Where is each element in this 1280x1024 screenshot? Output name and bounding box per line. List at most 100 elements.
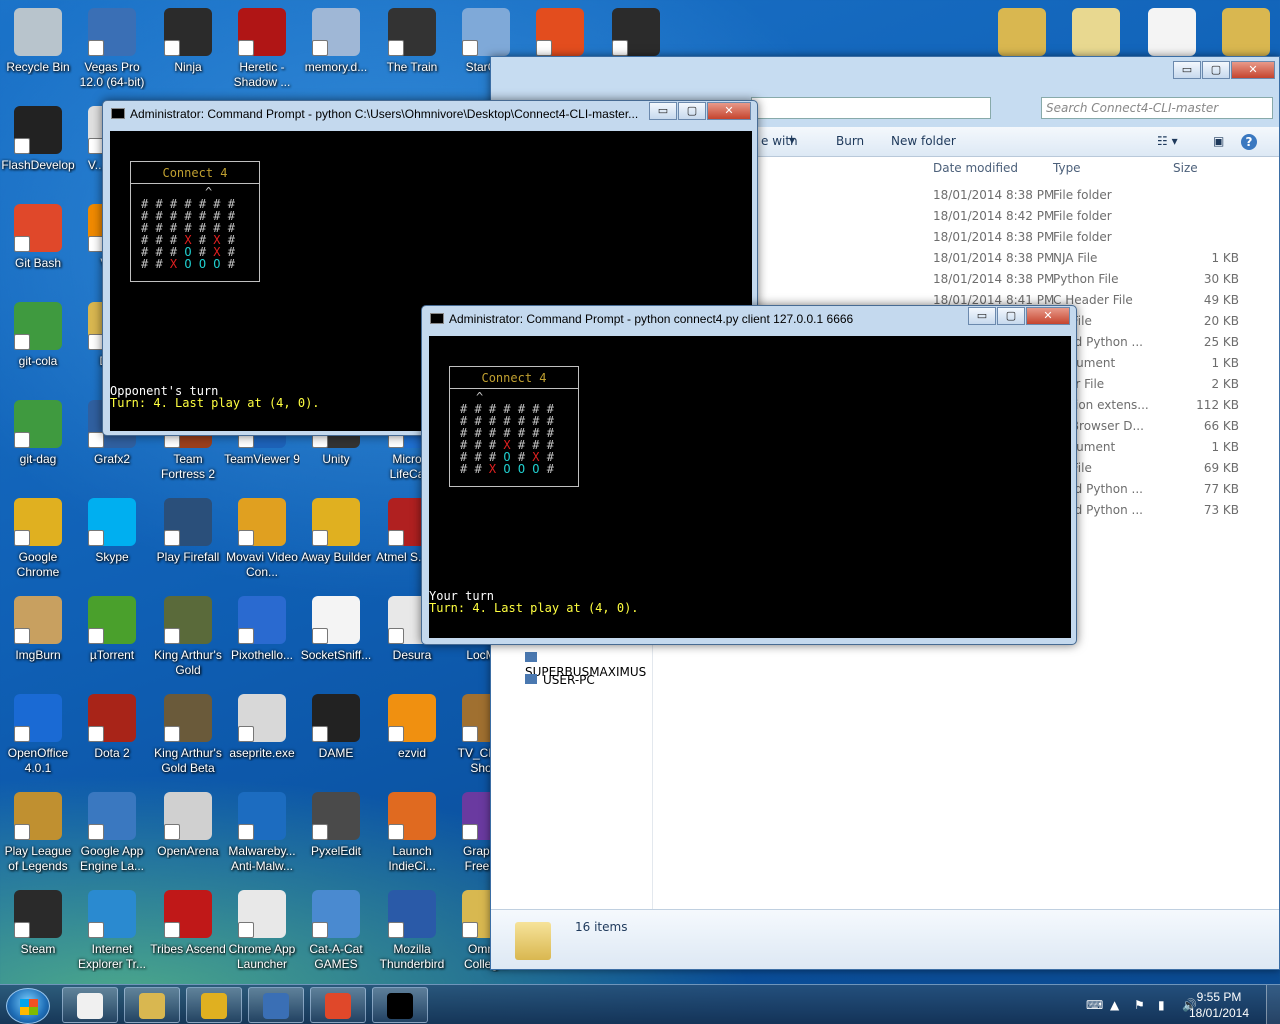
burn-button[interactable]: Burn — [836, 134, 864, 148]
desktop-icon[interactable]: Git Bash — [0, 200, 76, 298]
desktop-icon-label: Dota 2 — [94, 746, 130, 760]
desktop-icon[interactable]: Steam — [0, 886, 76, 984]
desktop-icon[interactable]: Play Firefall — [150, 494, 226, 592]
taskbar-cmd[interactable] — [372, 987, 428, 1023]
desktop-icon[interactable]: Movavi Video Con... — [224, 494, 300, 592]
taskbar-git[interactable] — [310, 987, 366, 1023]
desktop-icon[interactable]: git-dag — [0, 396, 76, 494]
column-header-date[interactable]: Date modified — [933, 161, 1018, 175]
taskbar-python[interactable] — [248, 987, 304, 1023]
cell-size: 49 KB — [1203, 293, 1239, 307]
maximize-button[interactable]: ▢ — [1202, 61, 1230, 79]
close-button[interactable]: ✕ — [707, 102, 751, 120]
metro-apps-icon — [77, 993, 103, 1019]
desktop-icon[interactable]: Chrome App Launcher — [224, 886, 300, 984]
up-arrow-icon[interactable]: ▲ — [1110, 998, 1119, 1012]
address-bar[interactable] — [751, 97, 991, 119]
app-icon — [164, 694, 212, 742]
desktop-icon[interactable]: Cat-A-Cat GAMES — [298, 886, 374, 984]
network-icon[interactable]: ▮ — [1158, 998, 1165, 1012]
close-button[interactable]: ✕ — [1231, 61, 1275, 79]
help-icon[interactable]: ? — [1241, 134, 1257, 150]
red-piece: X — [169, 257, 185, 271]
desktop-icon[interactable]: Dota 2 — [74, 690, 150, 788]
keyboard-icon[interactable]: ⌨ — [1086, 998, 1103, 1012]
desktop-icon[interactable]: Google App Engine La... — [74, 788, 150, 886]
desktop-icon-label: Launch IndieCi... — [388, 844, 436, 873]
app-icon — [536, 8, 584, 56]
maximize-button[interactable]: ▢ — [997, 307, 1025, 325]
desktop-icon[interactable]: µTorrent — [74, 592, 150, 690]
desktop-icon[interactable]: Internet Explorer Tr... — [74, 886, 150, 984]
desktop-icon[interactable]: OpenOffice 4.0.1 — [0, 690, 76, 788]
desktop-icon[interactable]: Mozilla Thunderbird — [374, 886, 450, 984]
desktop-icon[interactable]: Launch IndieCi... — [374, 788, 450, 886]
desktop-icon-label: Grafx2 — [93, 452, 130, 466]
minimize-button[interactable]: ▭ — [649, 102, 677, 120]
taskbar-metro-apps[interactable] — [62, 987, 118, 1023]
desktop-icon[interactable]: SocketSniff... — [298, 592, 374, 690]
clock[interactable]: 9:55 PM 18/01/2014 — [1184, 989, 1254, 1021]
cmd-window-client[interactable]: Administrator: Command Prompt - python c… — [421, 305, 1077, 645]
search-input[interactable]: Search Connect4-CLI-master — [1041, 97, 1273, 119]
desktop-icon[interactable]: Away Builder — [298, 494, 374, 592]
desktop-icon[interactable]: Tribes Ascend — [150, 886, 226, 984]
desktop-icon[interactable]: ImgBurn — [0, 592, 76, 690]
cmd-icon — [430, 313, 444, 324]
show-desktop-button[interactable] — [1266, 985, 1280, 1024]
desktop-icon[interactable]: memory.d... — [298, 4, 374, 102]
minimize-button[interactable]: ▭ — [968, 307, 996, 325]
desktop-icon[interactable]: git-cola — [0, 298, 76, 396]
desktop-icon[interactable]: Heretic - Shadow ... — [224, 4, 300, 102]
desktop-icon[interactable]: PyxelEdit — [298, 788, 374, 886]
clock-date: 18/01/2014 — [1188, 1006, 1250, 1020]
taskbar-chrome[interactable] — [186, 987, 242, 1023]
minimize-button[interactable]: ▭ — [1173, 61, 1201, 79]
preview-pane-icon[interactable]: ▣ — [1213, 134, 1224, 148]
chrome-icon — [201, 993, 227, 1019]
git-icon — [325, 993, 351, 1019]
desktop-icon[interactable]: King Arthur's Gold Beta — [150, 690, 226, 788]
desktop-icon-label: Tribes Ascend — [150, 942, 226, 956]
close-button[interactable]: ✕ — [1026, 307, 1070, 325]
cell-size: 66 KB — [1203, 419, 1239, 433]
new-folder-button[interactable]: New folder — [891, 134, 956, 148]
console-output[interactable]: Connect 4 ^ # # # # # # # # # # # # # # # … — [429, 336, 1071, 638]
app-icon — [312, 596, 360, 644]
desktop-icon[interactable]: Skype — [74, 494, 150, 592]
board-row: # # X O O O # — [141, 258, 235, 270]
flag-icon[interactable]: ⚑ — [1134, 998, 1145, 1012]
desktop-icon[interactable]: Vegas Pro 12.0 (64-bit) — [74, 4, 150, 102]
cmd-title-text: Administrator: Command Prompt - python c… — [449, 312, 854, 326]
cell-type: Python File — [1053, 272, 1119, 286]
desktop-icon[interactable]: Ninja — [150, 4, 226, 102]
view-options-icon[interactable]: ☷ ▾ — [1157, 134, 1178, 148]
chevron-down-icon: ▼ — [789, 136, 796, 145]
desktop-icon[interactable]: Recycle Bin — [0, 4, 76, 102]
turn-info: Turn: 4. Last play at (4, 0). — [110, 396, 320, 410]
nav-item-user-pc[interactable]: USER-PC — [525, 673, 595, 687]
desktop-icon[interactable]: Malwareby... Anti-Malw... — [224, 788, 300, 886]
column-header-size[interactable]: Size — [1173, 161, 1198, 175]
desktop-icon[interactable]: OpenArena — [150, 788, 226, 886]
cell-size: 1 KB — [1211, 251, 1239, 265]
desktop-icon[interactable]: ezvid — [374, 690, 450, 788]
desktop-icon-label: SocketSniff... — [300, 648, 372, 662]
desktop-icon[interactable]: Google Chrome — [0, 494, 76, 592]
app-icon — [1072, 8, 1120, 56]
app-icon — [88, 694, 136, 742]
desktop-icon[interactable]: Play League of Legends — [0, 788, 76, 886]
maximize-button[interactable]: ▢ — [678, 102, 706, 120]
taskbar-explorer[interactable] — [124, 987, 180, 1023]
desktop-icon[interactable]: King Arthur's Gold — [150, 592, 226, 690]
desktop-icon[interactable]: FlashDevelop — [0, 102, 76, 200]
desktop-icon[interactable]: aseprite.exe — [224, 690, 300, 788]
start-button[interactable] — [6, 988, 50, 1024]
desktop-icon[interactable]: Pixothello... — [224, 592, 300, 690]
clock-time: 9:55 PM — [1196, 990, 1242, 1004]
desktop-icon-label: Git Bash — [14, 256, 62, 270]
desktop-icon[interactable]: The Train — [374, 4, 450, 102]
cell-size: 73 KB — [1203, 503, 1239, 517]
desktop-icon[interactable]: DAME — [298, 690, 374, 788]
column-header-type[interactable]: Type — [1053, 161, 1081, 175]
